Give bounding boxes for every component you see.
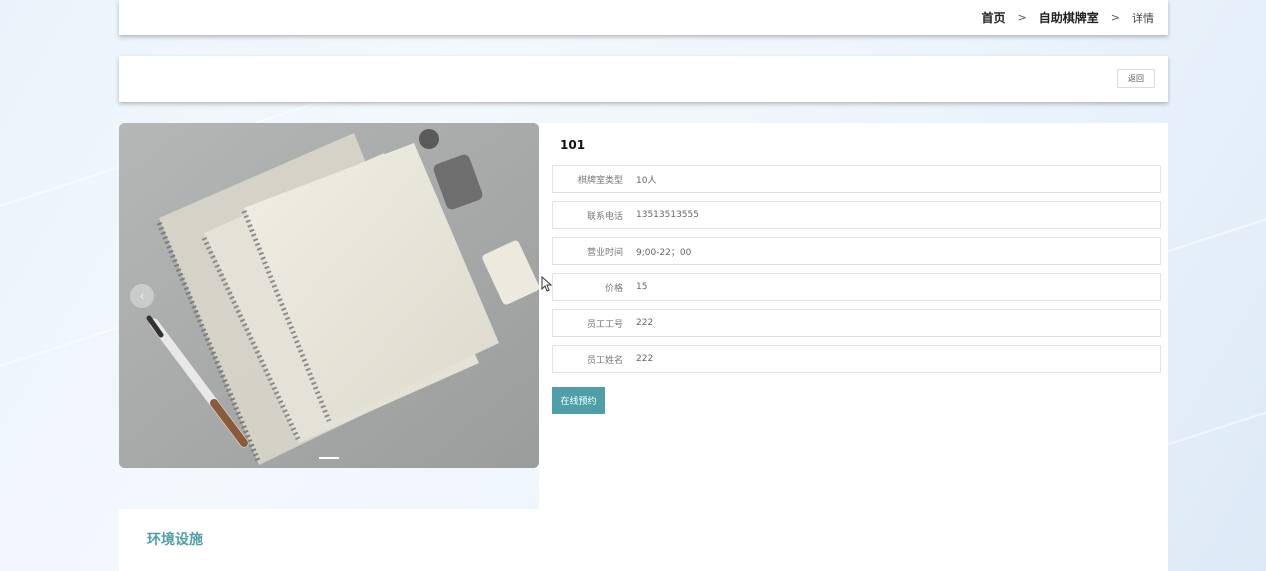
carousel-prev-icon[interactable]: ‹ [130,284,154,308]
info-label: 员工工号 [586,319,623,330]
info-row-staff-id: 员工工号 222 [552,309,1161,337]
room-title: 101 [560,138,586,152]
carousel-next-icon[interactable]: › [504,284,528,308]
action-bar: 返回 [119,56,1168,102]
environment-title: 环境设施 [147,532,203,548]
info-label: 棋牌室类型 [577,175,623,186]
breadcrumb: 首页 > 自助棋牌室 > 详情 [982,9,1154,26]
reserve-online-button[interactable]: 在线预约 [552,387,605,414]
breadcrumb-separator: > [1110,11,1120,24]
info-row-price: 价格 15 [552,273,1161,301]
info-value: 222 [636,354,654,364]
mouse-cursor-icon [541,276,553,292]
info-value: 15 [636,282,648,292]
back-button[interactable]: 返回 [1117,69,1155,88]
environment-section: 环境设施 [119,509,1168,571]
info-label: 联系电话 [586,211,623,222]
info-label: 价格 [604,283,623,294]
image-carousel[interactable]: ‹ › [119,123,539,468]
top-navigation-bar: 首页 > 自助棋牌室 > 详情 [119,0,1168,35]
info-value: 222 [636,318,654,328]
info-row-hours: 营业时间 9;00-22；00 [552,237,1161,265]
info-row-type: 棋牌室类型 10人 [552,165,1161,193]
room-detail-panel: 101 棋牌室类型 10人 联系电话 13513513555 营业时间 9;00… [539,123,1168,509]
info-label: 营业时间 [586,247,623,258]
info-value: 13513513555 [636,210,699,220]
breadcrumb-current: 详情 [1132,11,1154,25]
info-row-staff-name: 员工姓名 222 [552,345,1161,373]
info-value: 9;00-22；00 [636,247,692,258]
info-label: 员工姓名 [586,355,623,366]
carousel-indicator[interactable] [319,457,339,459]
info-value: 10人 [636,175,657,186]
breadcrumb-separator: > [1017,11,1027,24]
breadcrumb-category-link[interactable]: 自助棋牌室 [1039,9,1099,26]
notebook-photo [119,123,539,468]
info-row-phone: 联系电话 13513513555 [552,201,1161,229]
breadcrumb-home-link[interactable]: 首页 [982,9,1006,26]
